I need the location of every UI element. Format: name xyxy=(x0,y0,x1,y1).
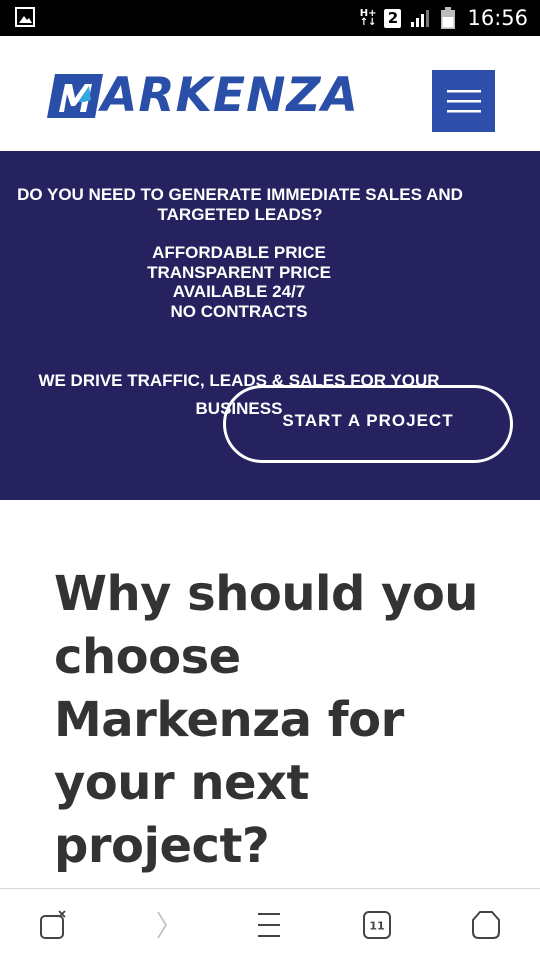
browser-menu-button[interactable] xyxy=(229,889,309,960)
logo-text: ARKENZA xyxy=(101,68,359,123)
close-tab-icon xyxy=(40,909,66,939)
logo[interactable]: ARKENZA xyxy=(45,72,359,120)
home-icon xyxy=(472,910,500,939)
feature-item: NO CONTRACTS xyxy=(170,301,308,321)
hamburger-menu-icon xyxy=(446,90,481,113)
logo-m-icon xyxy=(47,74,103,118)
clock: 16:56 xyxy=(467,6,528,30)
why-section-title: Why should you choose Markenza for your … xyxy=(54,566,478,874)
network-arrows: ↑↓ xyxy=(359,17,377,28)
status-indicators: H+ ↑↓ 2 16:56 xyxy=(360,0,528,36)
tabs-icon: 11 xyxy=(363,910,391,939)
status-bar: H+ ↑↓ 2 16:56 xyxy=(0,0,540,36)
forward-button[interactable] xyxy=(122,889,202,960)
feature-item: AFFORDABLE PRICE xyxy=(152,243,326,262)
battery-icon xyxy=(441,7,456,29)
sim-slot-badge: 2 xyxy=(384,8,402,28)
hamburger-menu-button[interactable] xyxy=(432,70,495,132)
tab-count: 11 xyxy=(369,919,384,932)
home-button[interactable] xyxy=(446,889,526,960)
forward-icon xyxy=(157,911,167,938)
feature-item: AVAILABLE 24/7 xyxy=(172,282,306,301)
tabs-button[interactable]: 11 xyxy=(337,889,417,960)
menu-icon xyxy=(258,912,280,937)
network-type: H+ ↑↓ xyxy=(359,9,377,28)
site-header: ARKENZA xyxy=(0,36,540,151)
image-notification-icon xyxy=(15,7,35,27)
hero-heading: DO YOU NEED TO GENERATE IMMEDIATE SALES … xyxy=(17,185,463,224)
hero-banner: DO YOU NEED TO GENERATE IMMEDIATE SALES … xyxy=(0,151,540,500)
feature-item: TRANSPARENT PRICE xyxy=(147,262,331,282)
close-tab-button[interactable] xyxy=(14,889,94,960)
hero-features-list: AFFORDABLE PRICE TRANSPARENT PRICE AVAIL… xyxy=(0,243,478,321)
browser-bottom-bar: 11 xyxy=(0,888,540,960)
start-project-button[interactable]: START A PROJECT xyxy=(223,385,513,463)
signal-icon xyxy=(411,10,430,27)
